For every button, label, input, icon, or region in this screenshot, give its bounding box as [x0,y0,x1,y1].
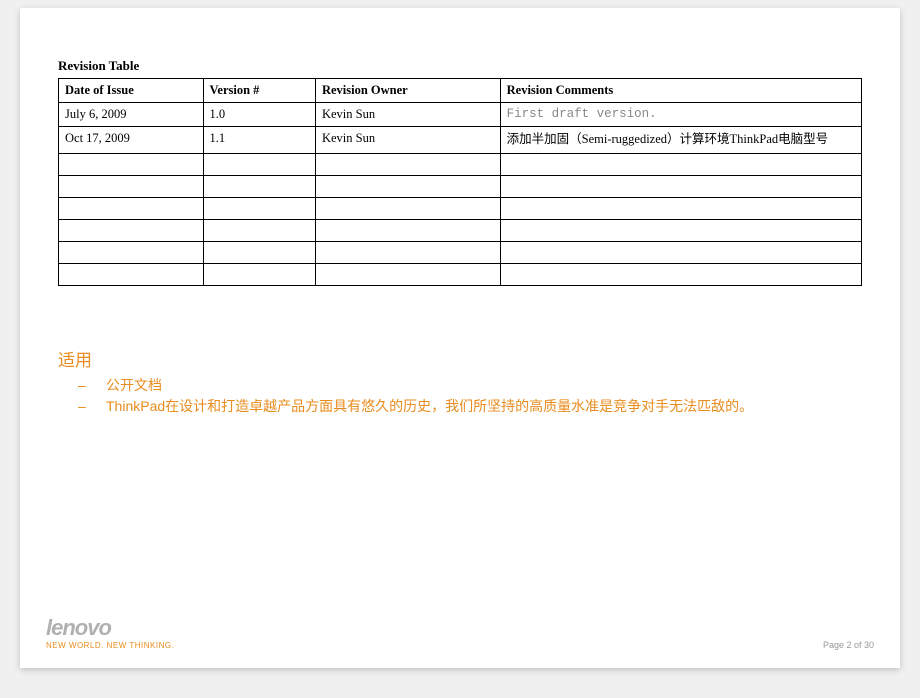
col-header-owner: Revision Owner [315,79,500,103]
cell-owner: Kevin Sun [315,127,500,154]
cell-comments: 添加半加固（Semi-ruggedized）计算环境ThinkPad电脑型号 [500,127,861,154]
table-header-row: Date of Issue Version # Revision Owner R… [59,79,862,103]
page-number: Page 2 of 30 [823,640,874,650]
list-item-text: 公开文档 [106,377,162,393]
lenovo-logo: lenovo [46,617,174,639]
table-row-empty [59,241,862,263]
table-row-empty [59,175,862,197]
table-row-empty [59,153,862,175]
table-row-empty [59,263,862,285]
cell-date: Oct 17, 2009 [59,127,204,154]
cell-owner: Kevin Sun [315,103,500,127]
table-row-empty [59,197,862,219]
logo-tagline: NEW WORLD. NEW THINKING. [46,641,174,650]
list-item: – 公开文档 [58,375,862,396]
footer-logo-block: lenovo NEW WORLD. NEW THINKING. [46,617,174,650]
table-row: July 6, 2009 1.0 Kevin Sun First draft v… [59,103,862,127]
table-row-empty [59,219,862,241]
section-heading: 适用 [58,346,862,371]
cell-version: 1.0 [203,103,315,127]
revision-table: Date of Issue Version # Revision Owner R… [58,78,862,286]
table-row: Oct 17, 2009 1.1 Kevin Sun 添加半加固（Semi-ru… [59,127,862,154]
cell-comments: First draft version. [500,103,861,127]
revision-table-title: Revision Table [58,58,862,74]
col-header-version: Version # [203,79,315,103]
list-item: – ThinkPad在设计和打造卓越产品方面具有悠久的历史，我们所坚持的高质量水… [58,396,862,417]
bullet-dash-icon: – [78,375,86,396]
cell-date: July 6, 2009 [59,103,204,127]
cell-version: 1.1 [203,127,315,154]
col-header-comments: Revision Comments [500,79,861,103]
bullet-list: – 公开文档 – ThinkPad在设计和打造卓越产品方面具有悠久的历史，我们所… [58,375,862,417]
list-item-text: ThinkPad在设计和打造卓越产品方面具有悠久的历史，我们所坚持的高质量水准是… [106,396,862,417]
document-page: Revision Table Date of Issue Version # R… [20,8,900,668]
bullet-dash-icon: – [78,396,86,417]
col-header-date: Date of Issue [59,79,204,103]
